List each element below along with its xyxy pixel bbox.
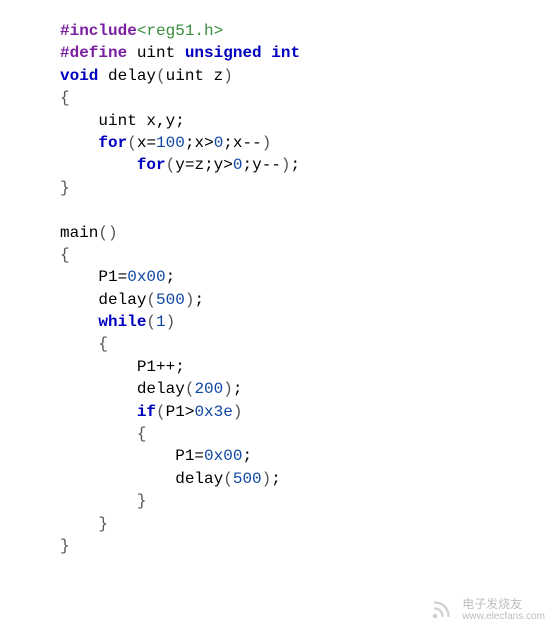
code-line: } (60, 177, 553, 199)
elecfans-logo-icon (426, 595, 456, 625)
code-line (60, 199, 553, 221)
code-line: delay(500); (60, 468, 553, 490)
code-line: #include<reg51.h> (60, 20, 553, 42)
code-line: { (60, 423, 553, 445)
code-line: P1=0x00; (60, 445, 553, 467)
code-line: } (60, 490, 553, 512)
watermark: 电子发烧友 www.elecfans.com (426, 595, 545, 625)
code-block: #include<reg51.h>#define uint unsigned i… (0, 0, 553, 557)
code-line: while(1) (60, 311, 553, 333)
code-line: void delay(uint z) (60, 65, 553, 87)
code-line: delay(200); (60, 378, 553, 400)
code-line: P1++; (60, 356, 553, 378)
code-line: { (60, 333, 553, 355)
code-line: { (60, 244, 553, 266)
code-line: uint x,y; (60, 110, 553, 132)
code-line: } (60, 535, 553, 557)
code-line: #define uint unsigned int (60, 42, 553, 64)
code-line: delay(500); (60, 289, 553, 311)
code-line: P1=0x00; (60, 266, 553, 288)
code-line: for(x=100;x>0;x--) (60, 132, 553, 154)
watermark-cn: 电子发烧友 (462, 598, 545, 611)
watermark-url: www.elecfans.com (462, 611, 545, 622)
code-line: main() (60, 222, 553, 244)
code-line: { (60, 87, 553, 109)
code-line: } (60, 513, 553, 535)
code-line: for(y=z;y>0;y--); (60, 154, 553, 176)
code-line: if(P1>0x3e) (60, 401, 553, 423)
